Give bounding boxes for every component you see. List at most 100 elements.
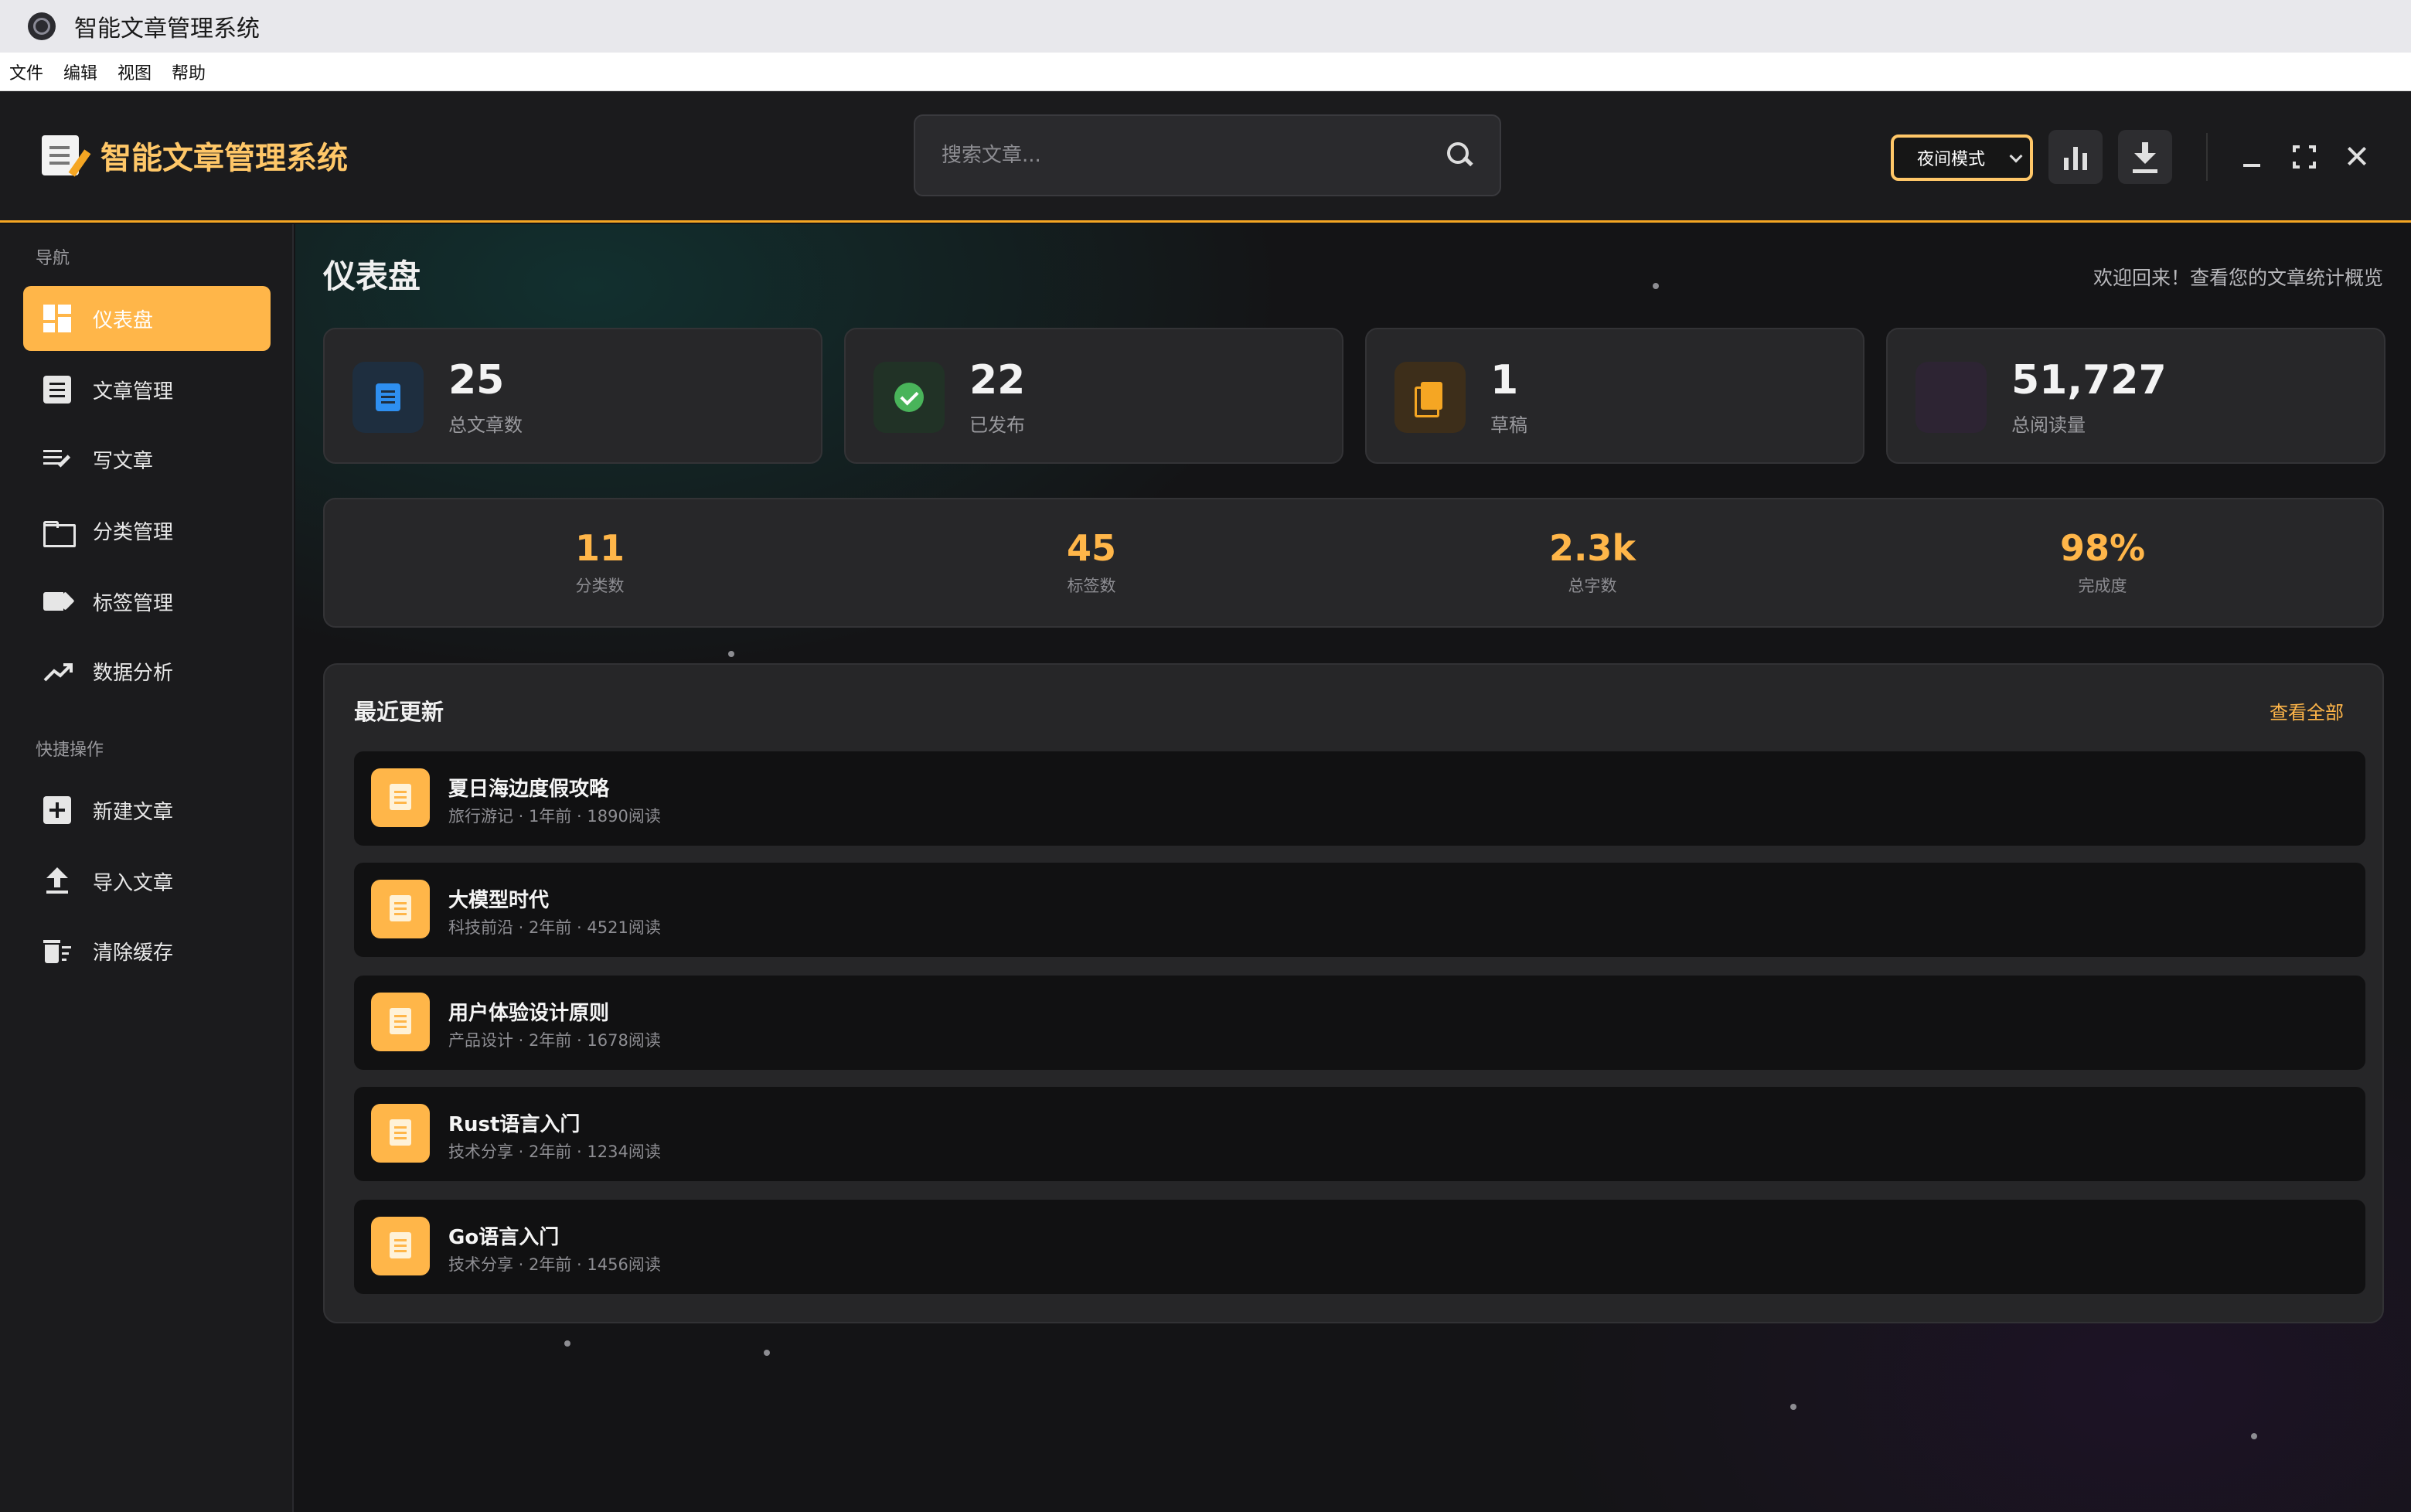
check-circle-icon bbox=[873, 362, 945, 433]
background-particle bbox=[2251, 1433, 2257, 1439]
page-title: 仪表盘 bbox=[323, 257, 421, 295]
article-row[interactable]: 夏日海边度假攻略 旅行游记 · 1年前 · 1890阅读 bbox=[354, 751, 2365, 846]
stat-card-published: 22 已发布 bbox=[844, 328, 1343, 464]
close-icon[interactable] bbox=[2344, 144, 2370, 170]
article-title: Go语言入门 bbox=[448, 1226, 560, 1249]
sidebar-item-label: 标签管理 bbox=[93, 591, 174, 615]
chevron-down-icon bbox=[2009, 149, 2023, 163]
stat-label: 已发布 bbox=[969, 414, 1025, 436]
document-icon bbox=[43, 376, 71, 404]
article-row[interactable]: 用户体验设计原则 产品设计 · 2年前 · 1678阅读 bbox=[354, 976, 2365, 1070]
menu-file[interactable]: 文件 bbox=[9, 60, 43, 84]
stat-card-total-views: 51,727 总阅读量 bbox=[1886, 328, 2385, 464]
stat-value: 25 bbox=[448, 357, 505, 404]
article-title: 用户体验设计原则 bbox=[448, 1002, 610, 1025]
summary-label: 总字数 bbox=[1568, 577, 1617, 595]
statistics-button[interactable] bbox=[2048, 130, 2103, 184]
folder-icon bbox=[43, 516, 76, 547]
stat-value: 51,727 bbox=[2011, 357, 2167, 404]
summary-tags: 45 标签数 bbox=[976, 527, 1207, 597]
search-icon[interactable] bbox=[1447, 142, 1472, 167]
stat-value: 1 bbox=[1490, 357, 1519, 404]
sidebar-item-tags[interactable]: 标签管理 bbox=[23, 569, 271, 634]
article-row[interactable]: Go语言入门 技术分享 · 2年前 · 1456阅读 bbox=[354, 1200, 2365, 1294]
view-all-link[interactable]: 查看全部 bbox=[2270, 697, 2344, 724]
recent-updates-title: 最近更新 bbox=[354, 699, 444, 725]
search-input[interactable] bbox=[942, 144, 1421, 167]
file-copy-icon bbox=[1394, 362, 1466, 433]
tag-icon bbox=[43, 587, 71, 615]
stat-label: 草稿 bbox=[1490, 414, 1527, 436]
recent-updates-panel: 最近更新 查看全部 夏日海边度假攻略 旅行游记 · 1年前 · 1890阅读 大… bbox=[323, 663, 2384, 1323]
sidebar-item-label: 仪表盘 bbox=[93, 308, 154, 332]
quick-actions-heading: 快捷操作 bbox=[36, 741, 104, 760]
nav-heading: 导航 bbox=[36, 249, 70, 268]
article-icon bbox=[371, 880, 430, 938]
summary-value: 2.3k bbox=[1548, 527, 1636, 569]
theme-mode-select[interactable]: 夜间模式 bbox=[1891, 135, 2033, 181]
add-box-icon bbox=[43, 796, 71, 824]
article-icon bbox=[371, 1104, 430, 1163]
theme-mode-value: 夜间模式 bbox=[1917, 150, 1986, 169]
main-content: 仪表盘 欢迎回来！查看您的文章统计概览 25 总文章数 22 已发布 1 草稿 … bbox=[295, 224, 2411, 1512]
minimize-icon[interactable] bbox=[2239, 144, 2265, 170]
sidebar-item-label: 数据分析 bbox=[93, 661, 174, 685]
sidebar-item-label: 清除缓存 bbox=[93, 941, 174, 965]
sidebar-item-write[interactable]: 写文章 bbox=[23, 427, 271, 492]
brand-title: 智能文章管理系统 bbox=[100, 141, 348, 176]
sidebar-item-dashboard[interactable]: 仪表盘 bbox=[23, 286, 271, 351]
article-row[interactable]: 大模型时代 科技前沿 · 2年前 · 4521阅读 bbox=[354, 863, 2365, 957]
background-particle bbox=[1790, 1404, 1796, 1410]
summary-value: 98% bbox=[2059, 527, 2146, 569]
stat-card-drafts: 1 草稿 bbox=[1365, 328, 1864, 464]
menu-bar: 文件 编辑 视图 帮助 bbox=[0, 53, 2411, 91]
sidebar: 导航 仪表盘 文章管理 写文章 分类管理 标签管理 数据分析 快捷操作 新建文章 bbox=[0, 224, 294, 1512]
summary-label: 标签数 bbox=[1067, 577, 1116, 595]
trending-up-icon bbox=[43, 657, 73, 685]
summary-stats: 11 分类数 45 标签数 2.3k 总字数 98% 完成度 bbox=[323, 498, 2384, 628]
sidebar-item-label: 新建文章 bbox=[93, 800, 174, 824]
clear-cache-button[interactable]: 清除缓存 bbox=[23, 918, 271, 983]
article-meta: 科技前沿 · 2年前 · 4521阅读 bbox=[448, 918, 661, 937]
edit-note-icon bbox=[43, 445, 71, 473]
delete-sweep-icon bbox=[43, 937, 71, 965]
new-article-button[interactable]: 新建文章 bbox=[23, 778, 271, 843]
bar-chart-icon bbox=[2064, 147, 2087, 170]
article-meta: 旅行游记 · 1年前 · 1890阅读 bbox=[448, 807, 661, 826]
summary-word-count: 2.3k 总字数 bbox=[1476, 527, 1708, 597]
summary-categories: 11 分类数 bbox=[484, 527, 716, 597]
article-icon bbox=[352, 362, 424, 433]
dashboard-icon bbox=[43, 305, 71, 332]
menu-view[interactable]: 视图 bbox=[117, 60, 152, 84]
background-particle bbox=[728, 651, 734, 657]
sidebar-item-categories[interactable]: 分类管理 bbox=[23, 498, 271, 563]
app-header: 智能文章管理系统 夜间模式 bbox=[0, 91, 2411, 223]
article-title: Rust语言入门 bbox=[448, 1113, 581, 1136]
sidebar-item-articles[interactable]: 文章管理 bbox=[23, 357, 271, 422]
download-icon bbox=[2133, 142, 2157, 173]
article-row[interactable]: Rust语言入门 技术分享 · 2年前 · 1234阅读 bbox=[354, 1087, 2365, 1181]
sidebar-item-label: 写文章 bbox=[93, 449, 154, 473]
views-icon bbox=[1916, 362, 1987, 433]
import-article-button[interactable]: 导入文章 bbox=[23, 849, 271, 914]
page-subtitle: 欢迎回来！查看您的文章统计概览 bbox=[2093, 267, 2383, 289]
search-box bbox=[914, 114, 1501, 196]
article-icon bbox=[371, 1217, 430, 1275]
sidebar-item-analytics[interactable]: 数据分析 bbox=[23, 639, 271, 703]
background-particle bbox=[564, 1340, 570, 1347]
brand: 智能文章管理系统 bbox=[42, 133, 348, 178]
article-meta: 技术分享 · 2年前 · 1234阅读 bbox=[448, 1143, 661, 1161]
summary-value: 11 bbox=[574, 527, 625, 569]
fullscreen-icon[interactable] bbox=[2291, 144, 2317, 170]
window-title: 智能文章管理系统 bbox=[74, 15, 260, 43]
menu-help[interactable]: 帮助 bbox=[172, 60, 206, 84]
stat-label: 总文章数 bbox=[448, 414, 523, 436]
export-button[interactable] bbox=[2118, 130, 2172, 184]
os-title-bar: 智能文章管理系统 bbox=[0, 0, 2411, 53]
article-meta: 技术分享 · 2年前 · 1456阅读 bbox=[448, 1255, 661, 1274]
summary-label: 完成度 bbox=[2078, 577, 2127, 595]
background-particle bbox=[764, 1350, 770, 1356]
article-title: 大模型时代 bbox=[448, 889, 550, 912]
app-icon bbox=[28, 12, 56, 40]
menu-edit[interactable]: 编辑 bbox=[63, 60, 97, 84]
